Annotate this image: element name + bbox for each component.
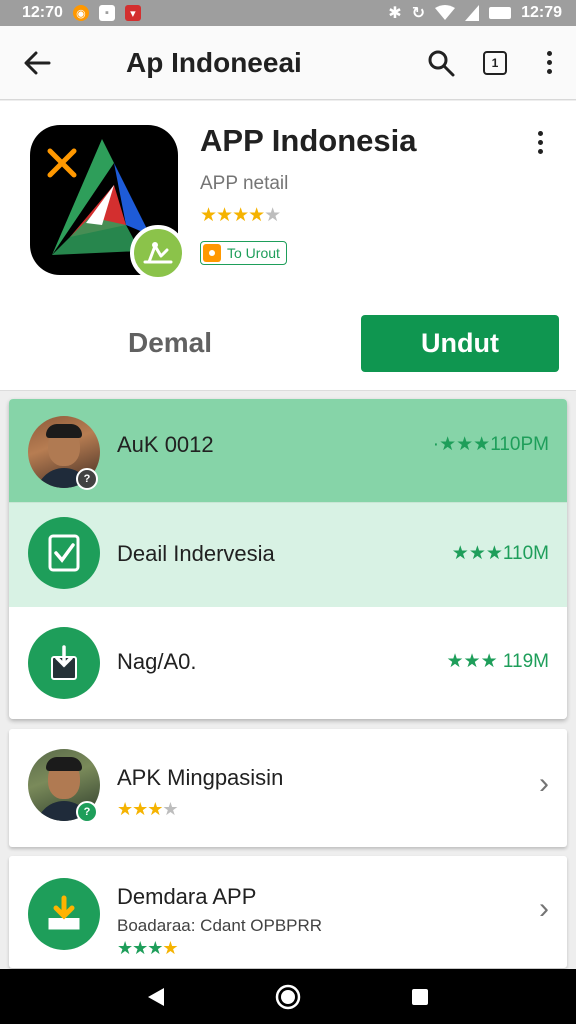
app-badge-icon: [130, 225, 186, 281]
download-tray-icon: [48, 895, 80, 930]
verified-badge-icon: ?: [76, 801, 98, 823]
app-white-icon: ▪: [98, 5, 115, 21]
list-item-name: Nag/A0.: [117, 649, 197, 674]
app-name: APP Indonesia: [200, 123, 417, 158]
chevron-right-icon[interactable]: ›: [539, 767, 549, 801]
status-right: ✱ ↻ 12:79: [388, 3, 562, 23]
status-tag: To Urout: [200, 241, 287, 265]
header-more-icon[interactable]: [538, 131, 543, 154]
suggestion-title: Demdara APP: [117, 884, 257, 909]
nav-recents-button[interactable]: [390, 969, 450, 1024]
suggestion-card[interactable]: Demdara APP Boadaraa: Cdant OPBPRR ★★★★ …: [9, 856, 567, 968]
list-item-meta: ★★★110M: [451, 543, 549, 564]
app-rating-stars: ★★★★★: [200, 205, 281, 226]
tag-icon: [203, 244, 221, 262]
list-item-name: Deail Indervesia: [117, 541, 275, 566]
home-circle-icon: [275, 984, 301, 1009]
chevron-right-icon[interactable]: ›: [539, 892, 549, 926]
status-left: 12:70 ◉ ▪ ▾: [22, 4, 141, 22]
tabs-icon: 1: [483, 50, 507, 75]
signal-icon: [465, 5, 480, 21]
app-icon-circle: [28, 878, 100, 950]
back-triangle-icon: [148, 987, 164, 1006]
status-bar: 12:70 ◉ ▪ ▾ ✱ ↻ 12:79: [0, 0, 576, 26]
download-box-icon: [51, 645, 77, 680]
status-time-right: 12:79: [521, 4, 562, 21]
app-bar: Ap Indoneeai 1: [0, 26, 576, 100]
wifi-icon: [435, 5, 456, 20]
document-check-icon: [48, 534, 80, 572]
back-button[interactable]: [0, 26, 74, 100]
app-header-card: APP Indonesia APP netail ★★★★★ To Urout …: [0, 101, 576, 391]
recents-square-icon: [412, 988, 428, 1005]
search-button[interactable]: [414, 26, 468, 100]
app-icon-circle: [28, 627, 100, 699]
app-logo: [30, 125, 186, 281]
page-title: Ap Indoneeai: [126, 46, 302, 78]
list-item[interactable]: Deail Indervesia ★★★110M: [9, 503, 567, 607]
battery-icon: [489, 7, 512, 19]
list-item[interactable]: ? AuK 0012 ·★★★110PM: [9, 399, 567, 506]
tag-label: To Urout: [227, 245, 280, 261]
status-time-left: 12:70: [22, 4, 63, 21]
sync-icon: ↻: [411, 5, 426, 22]
suggestion-rating-stars: ★★★★: [117, 799, 179, 819]
more-vert-icon: [546, 51, 552, 74]
avatar: ?: [28, 416, 100, 490]
undut-button[interactable]: Undut: [361, 315, 559, 372]
list-item-meta: ·★★★110PM: [432, 434, 549, 455]
suggestion-card[interactable]: ? APK Mingpasisin ★★★★ ›: [9, 729, 567, 847]
list-item-meta: ★★★ 119M: [446, 651, 550, 672]
demal-button[interactable]: Demal: [60, 315, 280, 371]
more-options-button[interactable]: [522, 26, 576, 100]
suggestion-rating-stars: ★★★★: [117, 938, 179, 958]
suggestion-subtitle: Boadaraa: Cdant OPBPRR: [117, 916, 323, 935]
nav-home-button[interactable]: [258, 969, 318, 1024]
bluetooth-icon: ✱: [388, 5, 402, 22]
verified-badge-icon: ?: [76, 468, 98, 490]
nav-back-button[interactable]: [126, 969, 186, 1024]
back-arrow-icon: [24, 51, 51, 74]
tabs-button[interactable]: 1: [468, 26, 522, 100]
ranked-list: ? AuK 0012 ·★★★110PM Deail Indervesia ★★…: [9, 399, 567, 719]
app-red-icon: ▾: [124, 5, 141, 21]
avatar: ?: [28, 749, 100, 823]
app-subtitle: APP netail: [200, 173, 289, 194]
suggestion-title: APK Mingpasisin: [117, 765, 284, 790]
search-icon: [428, 50, 455, 76]
list-item[interactable]: Nag/A0. ★★★ 119M: [9, 607, 567, 719]
list-item-name: AuK 0012: [117, 432, 214, 457]
app-icon-circle: [28, 517, 100, 589]
system-nav-bar: [0, 969, 576, 1024]
app-orange-icon: ◉: [72, 5, 89, 21]
